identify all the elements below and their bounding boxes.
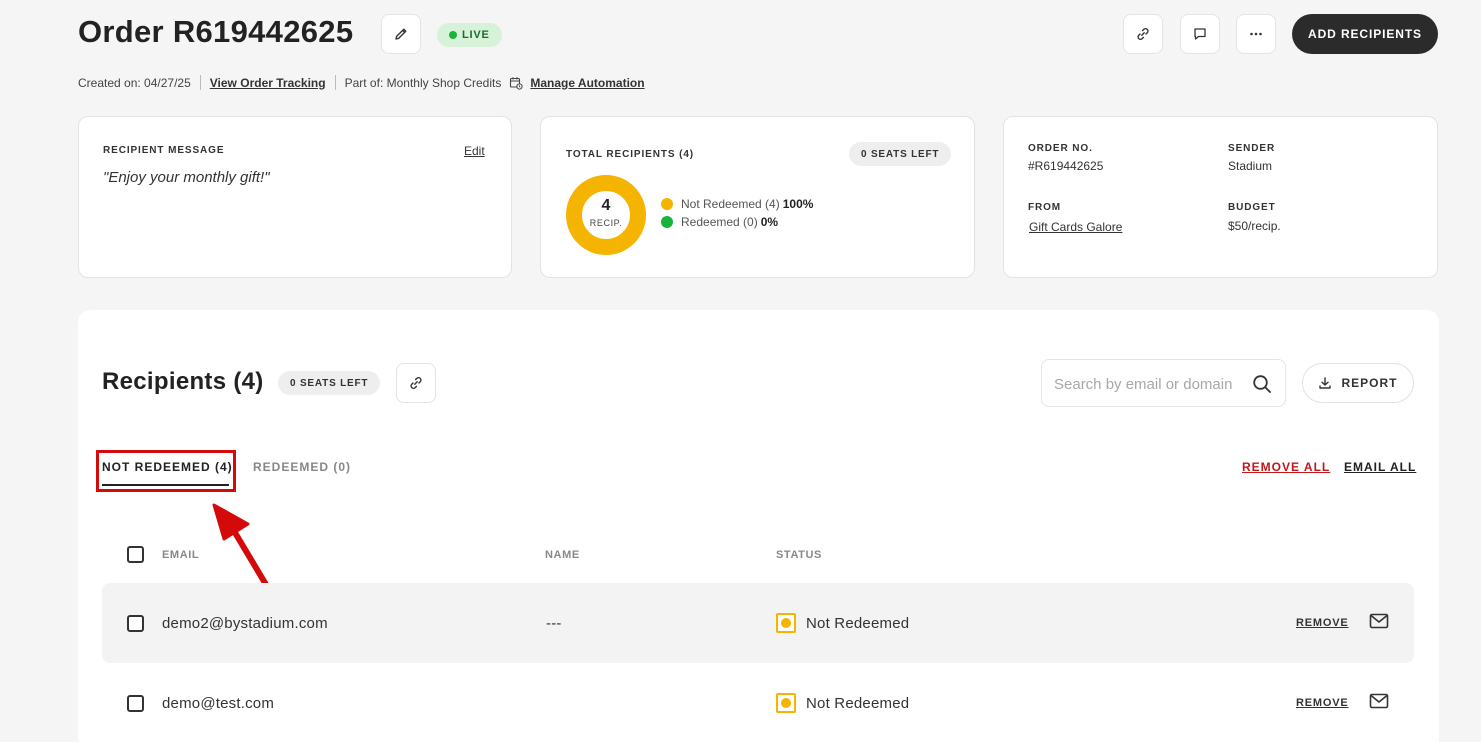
manage-automation-link[interactable]: Manage Automation — [530, 76, 644, 90]
column-header-name: NAME — [545, 549, 580, 561]
from-caption: FROM — [1028, 202, 1062, 213]
comment-button[interactable] — [1180, 14, 1220, 54]
legend-item-not-redeemed: Not Redeemed (4) 100% — [661, 197, 813, 211]
page-title: Order R619442625 — [78, 14, 354, 49]
select-all-checkbox[interactable] — [127, 546, 144, 563]
seats-left-pill: 0 SEATS LEFT — [849, 142, 952, 166]
donut-legend: Not Redeemed (4) 100% Redeemed (0) 0% — [661, 197, 813, 229]
donut-slice-not-redeemed — [566, 175, 646, 255]
link-icon — [410, 377, 422, 389]
status-pending-icon — [776, 613, 796, 633]
order-no-caption: ORDER NO. — [1028, 143, 1093, 154]
row-remove-link[interactable]: REMOVE — [1296, 697, 1348, 709]
total-recipients-caption: TOTAL RECIPIENTS (4) — [566, 149, 695, 160]
status-dot — [449, 31, 457, 39]
search-input[interactable] — [1054, 372, 1244, 396]
report-button-label: REPORT — [1341, 376, 1398, 390]
legend-swatch — [661, 198, 673, 210]
email-icon[interactable] — [1369, 693, 1389, 709]
order-meta-bar: Created on: 04/27/25 View Order Tracking… — [78, 75, 645, 90]
legend-item-redeemed: Redeemed (0) 0% — [661, 215, 813, 229]
row-status: Not Redeemed — [806, 615, 910, 632]
row-checkbox[interactable] — [127, 695, 144, 712]
view-order-tracking-link[interactable]: View Order Tracking — [210, 76, 326, 90]
budget-value: $50/recip. — [1228, 219, 1281, 233]
row-name: --- — [546, 615, 562, 632]
sender-caption: SENDER — [1228, 143, 1276, 154]
status-badge-label: LIVE — [462, 29, 490, 41]
divider — [334, 75, 336, 90]
automation-calendar-icon — [510, 76, 523, 90]
legend-percent: 100% — [782, 197, 814, 211]
recipient-message-text: "Enjoy your monthly gift!" — [103, 169, 270, 186]
chat-bubble-icon — [1194, 28, 1206, 40]
from-link[interactable]: Gift Cards Galore — [1029, 220, 1122, 234]
budget-caption: BUDGET — [1228, 202, 1276, 213]
row-status: Not Redeemed — [806, 695, 910, 712]
row-email: demo@test.com — [162, 695, 275, 712]
recipients-copy-link-button[interactable] — [396, 363, 436, 403]
recipient-message-caption: RECIPIENT MESSAGE — [103, 145, 225, 156]
status-pending-icon — [776, 693, 796, 713]
email-icon[interactable] — [1369, 613, 1389, 629]
created-date: Created on: 04/27/25 — [78, 75, 191, 90]
donut-unit: RECIP. — [589, 218, 623, 228]
pencil-icon — [395, 28, 407, 40]
email-all-link[interactable]: EMAIL ALL — [1344, 460, 1416, 474]
copy-link-button[interactable] — [1123, 14, 1163, 54]
legend-swatch — [661, 216, 673, 228]
part-of-label: Part of: Monthly Shop Credits — [344, 75, 502, 90]
edit-title-button[interactable] — [381, 14, 421, 54]
recipients-title: Recipients (4) — [102, 368, 264, 395]
search-box — [1041, 359, 1286, 407]
row-remove-link[interactable]: REMOVE — [1296, 617, 1348, 629]
remove-all-link[interactable]: REMOVE ALL — [1242, 460, 1330, 474]
report-button[interactable]: REPORT — [1302, 363, 1414, 403]
sender-value: Stadium — [1228, 159, 1273, 173]
row-checkbox[interactable] — [127, 615, 144, 632]
recipients-seats-pill: 0 SEATS LEFT — [278, 371, 381, 395]
edit-message-link[interactable]: Edit — [464, 144, 485, 158]
divider — [199, 75, 201, 90]
column-header-status: STATUS — [776, 549, 822, 561]
row-email: demo2@bystadium.com — [162, 615, 328, 632]
order-no-value: #R619442625 — [1028, 159, 1104, 173]
legend-label: Redeemed (0) — [681, 215, 758, 229]
order-info-card: ORDER NO. #R619442625 SENDER Stadium FRO… — [1003, 116, 1438, 278]
donut-count: 4 — [601, 197, 611, 214]
redemption-donut-chart — [566, 175, 646, 255]
download-icon — [1319, 377, 1332, 389]
add-recipients-button[interactable]: ADD RECIPIENTS — [1292, 14, 1438, 54]
column-header-email: EMAIL — [162, 549, 200, 561]
search-icon[interactable] — [1252, 374, 1272, 394]
more-options-button[interactable] — [1236, 14, 1276, 54]
legend-label: Not Redeemed (4) — [681, 197, 780, 211]
status-badge: LIVE — [437, 23, 502, 47]
link-icon — [1137, 28, 1149, 40]
recipient-message-card: RECIPIENT MESSAGE Edit "Enjoy your month… — [78, 116, 512, 278]
total-recipients-card: TOTAL RECIPIENTS (4) 0 SEATS LEFT 4 RECI… — [540, 116, 975, 278]
annotation-highlight-box — [96, 450, 236, 492]
ellipsis-icon — [1250, 32, 1262, 36]
tab-redeemed[interactable]: REDEEMED (0) — [253, 460, 351, 474]
legend-percent: 0% — [760, 215, 779, 229]
